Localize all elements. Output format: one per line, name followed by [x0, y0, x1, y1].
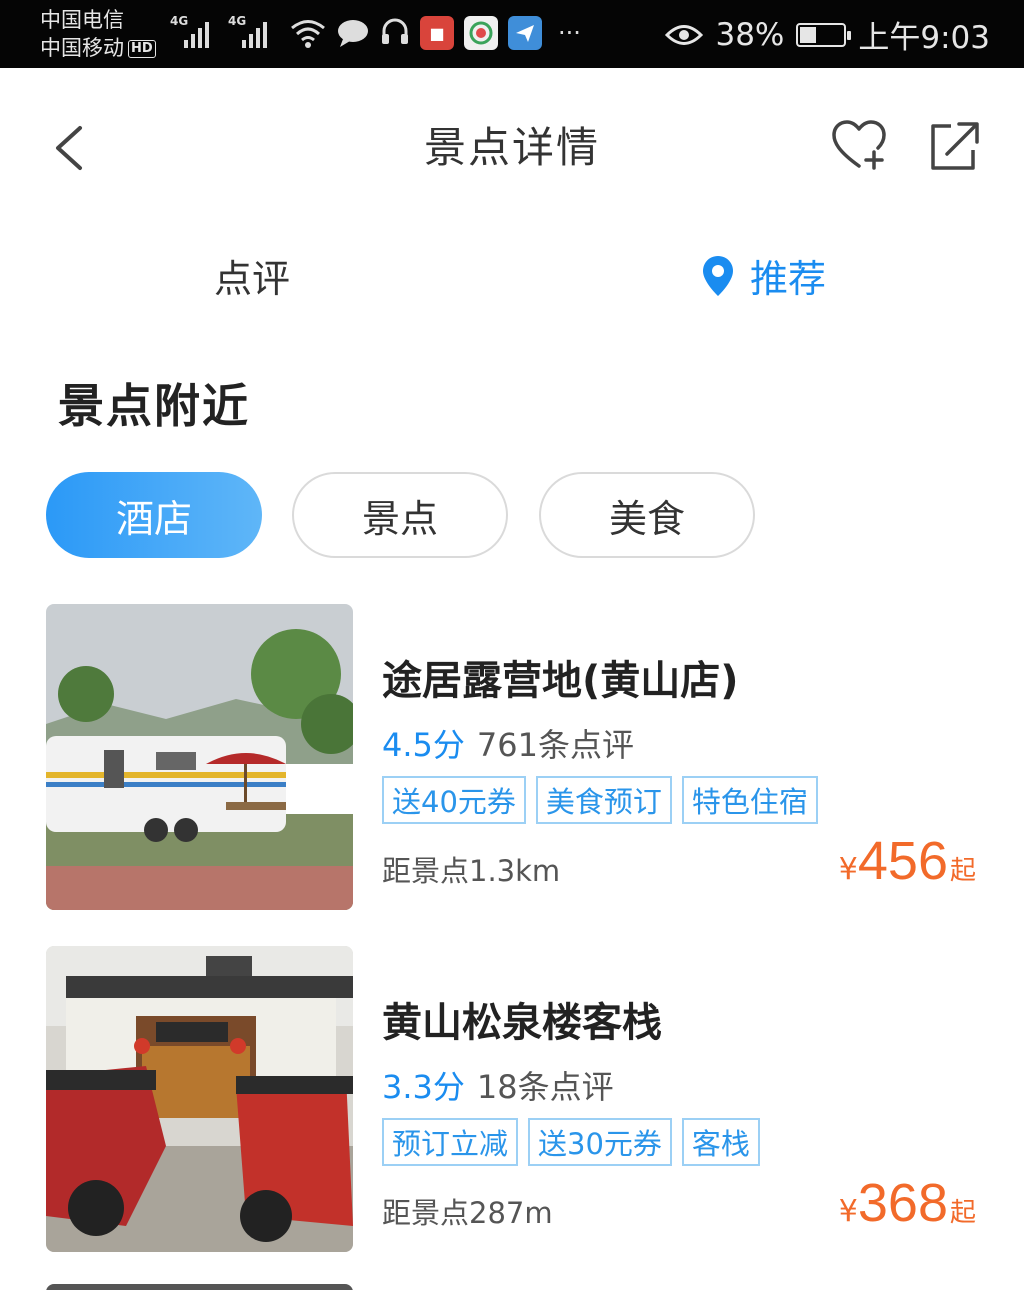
- price-value: 368: [857, 1173, 948, 1233]
- price-suffix: 起: [949, 856, 976, 886]
- signal-icon: 4G: [170, 14, 216, 50]
- price-value: 456: [857, 831, 948, 891]
- hotel-name[interactable]: 途居露营地(黄山店): [382, 648, 739, 706]
- status-bar: 中国电信 中国移动 HD 4G 4G ■ ··· 38% 上午9:03: [0, 0, 1024, 68]
- detail-tabs: 点评 推荐: [0, 228, 1024, 328]
- hotel-tag: 美食预订: [535, 776, 672, 824]
- hotel-rating: 4.5分 761条点评: [382, 720, 634, 766]
- filter-chip-food[interactable]: 美食: [539, 472, 755, 558]
- wifi-icon: [291, 20, 325, 48]
- hotel-card[interactable]: 黄山松泉楼客栈 3.3分 18条点评 预订立减 送30元券 客栈 距景点287m …: [0, 946, 1024, 1256]
- hotel-photo[interactable]: [46, 946, 353, 1252]
- hotel-tags: 送40元券 美食预订 特色住宿: [382, 776, 818, 824]
- carrier-1: 中国电信: [40, 8, 124, 32]
- tab-recommend-label: 推荐: [750, 257, 827, 301]
- hotel-tag: 特色住宿: [681, 776, 818, 824]
- location-pin-icon: [703, 255, 733, 296]
- headset-icon: [382, 18, 408, 44]
- filter-chip-attraction[interactable]: 景点: [292, 472, 508, 558]
- more-notifications: ···: [558, 19, 581, 47]
- next-hotel-photo-peek[interactable]: [46, 1284, 353, 1290]
- add-favorite-icon[interactable]: [830, 118, 888, 174]
- hotel-rating: 3.3分 18条点评: [382, 1062, 614, 1108]
- price-suffix: 起: [949, 1198, 976, 1228]
- hotel-tag: 预订立减: [382, 1118, 519, 1166]
- hotel-tag: 送30元券: [528, 1118, 672, 1166]
- section-title: 景点附近: [58, 379, 250, 433]
- tab-review[interactable]: 点评: [214, 248, 290, 303]
- hotel-score: 3.3分: [382, 1068, 465, 1106]
- chat-bubble-icon: [338, 20, 368, 47]
- review-count: 761条点评: [476, 726, 634, 764]
- hotel-name[interactable]: 黄山松泉楼客栈: [382, 990, 662, 1048]
- share-icon[interactable]: [925, 118, 983, 174]
- hotel-tags: 预订立减 送30元券 客栈: [382, 1118, 760, 1166]
- tab-recommend[interactable]: 推荐: [700, 248, 826, 303]
- hotel-card[interactable]: 途居露营地(黄山店) 4.5分 761条点评 送40元券 美食预订 特色住宿 距景…: [0, 604, 1024, 914]
- hotel-photo[interactable]: [46, 604, 353, 910]
- battery-percent: 38%: [715, 16, 785, 53]
- hotel-score: 4.5分: [382, 726, 465, 764]
- signal-icon: 4G: [228, 14, 274, 50]
- hotel-price: ¥456 起: [839, 830, 976, 892]
- hotel-distance: 距景点1.3km: [382, 854, 561, 888]
- battery-icon: [796, 22, 852, 47]
- carrier-2: 中国移动: [40, 36, 124, 60]
- filter-chip-hotel[interactable]: 酒店: [46, 472, 262, 558]
- clock: 上午9:03: [858, 20, 990, 56]
- hd-badge: HD: [128, 40, 156, 58]
- price-currency: ¥: [838, 1194, 858, 1229]
- travel-app-icon: [508, 16, 542, 50]
- camera-app-icon: [464, 16, 498, 50]
- hotel-tag: 客栈: [681, 1118, 760, 1166]
- hotel-tag: 送40元券: [382, 776, 526, 824]
- navigation-bar: 景点详情: [0, 68, 1024, 228]
- eye-icon: [665, 24, 704, 45]
- hotel-distance: 距景点287m: [382, 1196, 553, 1230]
- hotel-price: ¥368 起: [839, 1172, 976, 1234]
- carrier-info: 中国电信 中国移动 HD: [40, 6, 156, 62]
- price-currency: ¥: [838, 852, 858, 887]
- review-count: 18条点评: [476, 1068, 614, 1106]
- book-app-icon: ■: [420, 16, 454, 50]
